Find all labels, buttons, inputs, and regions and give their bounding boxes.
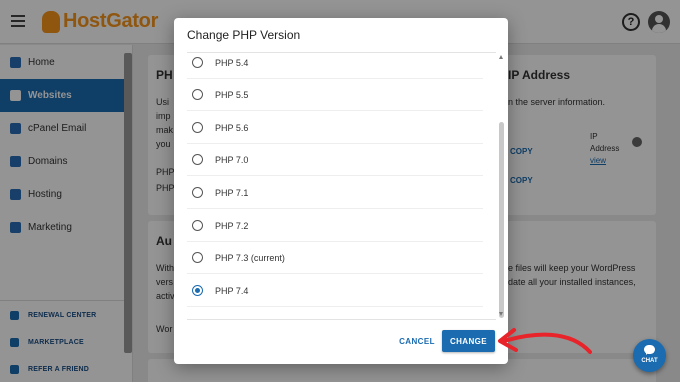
option-label: PHP 7.1	[215, 187, 249, 198]
php-option-7-2[interactable]: PHP 7.2	[187, 210, 483, 242]
radio-button[interactable]	[192, 154, 203, 165]
chat-button[interactable]: CHAT	[633, 339, 666, 372]
php-option-7-3[interactable]: PHP 7.3 (current)	[187, 242, 483, 274]
scrollbar-thumb[interactable]	[499, 122, 504, 318]
php-option-5-5[interactable]: PHP 5.5	[187, 79, 483, 111]
radio-button[interactable]	[192, 252, 203, 263]
option-label: PHP 5.6	[215, 122, 249, 133]
red-arrow-annotation-icon	[498, 328, 592, 354]
cancel-button[interactable]: CANCEL	[396, 331, 438, 351]
option-label: PHP 5.5	[215, 89, 249, 100]
option-label: PHP 5.4	[215, 57, 249, 68]
php-option-7-0[interactable]: PHP 7.0	[187, 144, 483, 176]
radio-button[interactable]	[192, 122, 203, 133]
scroll-down-icon[interactable]	[499, 312, 503, 316]
option-label: PHP 7.0	[215, 154, 249, 165]
php-version-list: PHP 5.4 PHP 5.5 PHP 5.6 PHP 7.0 PHP 7.1 …	[187, 52, 496, 320]
change-button[interactable]: CHANGE	[442, 330, 495, 352]
scroll-up-icon[interactable]	[499, 55, 503, 59]
php-option-5-6[interactable]: PHP 5.6	[187, 112, 483, 144]
radio-button[interactable]	[192, 220, 203, 231]
option-label: PHP 7.4	[215, 285, 249, 296]
radio-button-selected[interactable]	[192, 285, 203, 296]
radio-button[interactable]	[192, 57, 203, 68]
chat-icon	[644, 345, 655, 355]
php-option-7-4[interactable]: PHP 7.4	[187, 275, 483, 307]
option-label: PHP 7.2	[215, 220, 249, 231]
radio-button[interactable]	[192, 187, 203, 198]
list-scrollbar[interactable]	[498, 54, 505, 318]
php-option-7-1[interactable]: PHP 7.1	[187, 177, 483, 209]
php-option-5-4[interactable]: PHP 5.4	[187, 53, 483, 79]
change-php-version-dialog: Change PHP Version PHP 5.4 PHP 5.5 PHP 5…	[174, 18, 508, 364]
chat-label: CHAT	[641, 358, 658, 364]
radio-button[interactable]	[192, 89, 203, 100]
option-label: PHP 7.3 (current)	[215, 252, 285, 263]
dialog-title: Change PHP Version	[187, 28, 301, 42]
